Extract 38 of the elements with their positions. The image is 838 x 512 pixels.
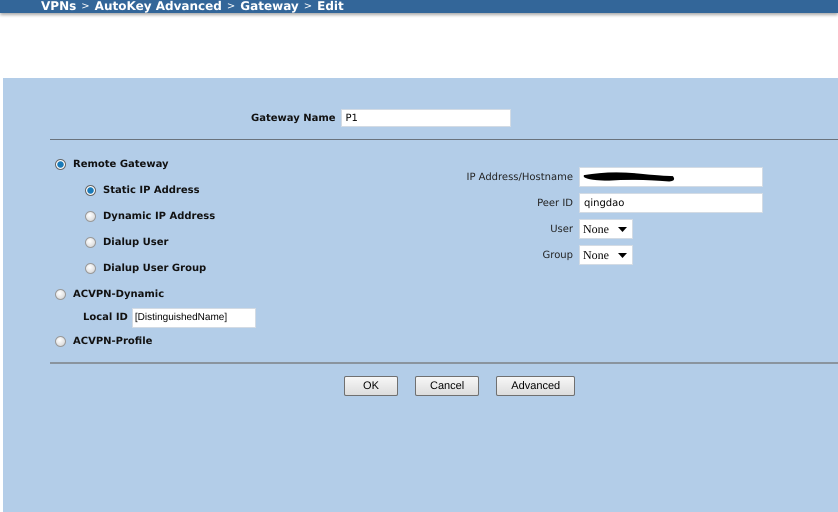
radio-button[interactable] [55,158,66,170]
caret-icon [618,252,627,258]
dropdown[interactable]: None [579,245,633,265]
breadcrumb-separator: > [304,0,312,12]
dialog-button[interactable]: Cancel [415,376,480,396]
radio-button[interactable] [85,210,96,222]
radio-button[interactable] [55,336,66,346]
breadcrumb-item[interactable]: AutoKey Advanced [94,0,222,13]
field-label: IP Address/Hostname [466,172,573,182]
radio-button[interactable] [85,184,96,196]
field-label: User [549,224,573,234]
breadcrumb-item[interactable]: Edit [317,0,344,13]
field-label: Local ID [83,312,128,323]
field-label: Group [542,250,573,260]
radio-label: Remote Gateway [73,158,169,170]
breadcrumb-item[interactable]: Gateway [240,0,299,13]
field-label: Gateway Name [251,112,336,124]
radio-label: Dialup User Group [103,262,206,274]
local-id-field[interactable]: [DistinguishedName] [132,308,256,328]
radio-label: Dynamic IP Address [103,210,216,222]
text-field[interactable]: qingdao [579,193,763,213]
radio-button[interactable] [55,288,66,300]
dialog-button[interactable]: Advanced [496,376,576,396]
field-label: Peer ID [536,198,573,208]
caret-icon [618,226,627,232]
radio-label: ACVPN-Dynamic [73,288,164,300]
radio-label: ACVPN-Profile [73,336,152,346]
dialog-button[interactable]: OK [344,376,398,396]
breadcrumb-separator: > [81,0,90,12]
breadcrumb-separator: > [226,0,236,12]
dropdown[interactable]: None [579,219,633,239]
breadcrumb-item[interactable]: VPNs [41,0,76,13]
gateway-name-field[interactable]: P1 [340,109,511,127]
radio-button[interactable] [85,262,96,274]
radio-label: Static IP Address [103,184,200,196]
radio-label: Dialup User [103,236,168,248]
ip-address-field[interactable] [579,167,763,187]
radio-button[interactable] [85,236,96,248]
